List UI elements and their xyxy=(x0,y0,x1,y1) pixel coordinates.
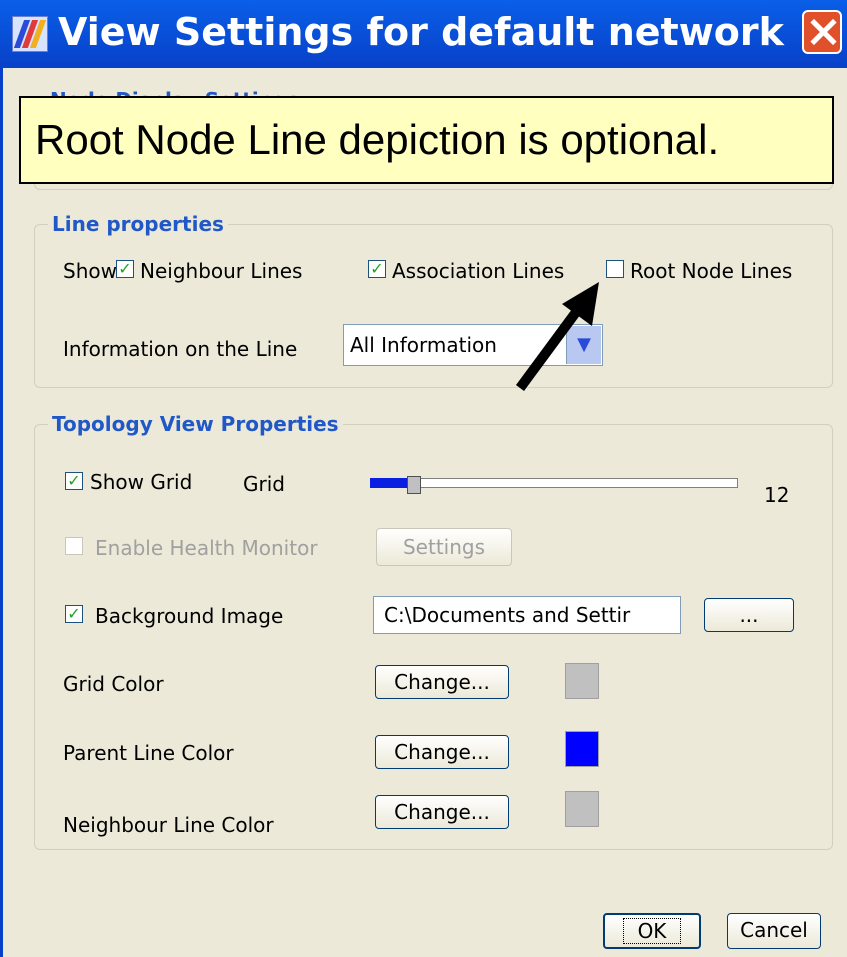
settings-button[interactable]: Settings xyxy=(376,528,512,566)
line-properties-legend: Line properties xyxy=(48,212,228,236)
parent-line-color-label: Parent Line Color xyxy=(63,741,234,765)
show-label: Show xyxy=(63,259,117,283)
grid-color-change-button[interactable]: Change... xyxy=(375,665,509,699)
background-image-label: Background Image xyxy=(95,604,284,628)
check-icon: ✓ xyxy=(118,259,132,278)
parent-line-color-change-button[interactable]: Change... xyxy=(375,735,509,769)
neighbour-lines-checkbox[interactable]: ✓ xyxy=(116,260,134,278)
app-icon xyxy=(12,16,48,52)
neighbour-line-color-change-button[interactable]: Change... xyxy=(375,795,509,829)
association-lines-checkbox[interactable]: ✓ xyxy=(368,260,386,278)
browse-button[interactable]: ... xyxy=(704,598,794,632)
background-image-path[interactable]: C:\Documents and Settir xyxy=(373,596,681,634)
ok-button[interactable]: OK xyxy=(603,913,701,949)
parent-line-color-swatch xyxy=(565,731,599,767)
check-icon: ✓ xyxy=(370,259,384,278)
show-grid-checkbox[interactable]: ✓ xyxy=(65,472,83,490)
root-node-lines-label: Root Node Lines xyxy=(630,259,793,283)
neighbour-line-color-swatch xyxy=(565,791,599,827)
information-label: Information on the Line xyxy=(63,337,298,361)
grid-color-label: Grid Color xyxy=(63,672,164,696)
check-icon: ✓ xyxy=(67,604,81,623)
neighbour-lines-label: Neighbour Lines xyxy=(140,259,303,283)
grid-slider-track[interactable] xyxy=(370,478,738,488)
background-image-checkbox[interactable]: ✓ xyxy=(65,605,83,623)
window-title: View Settings for default network xyxy=(58,10,784,54)
ok-button-label: OK xyxy=(622,918,682,944)
window-border xyxy=(0,68,3,957)
tooltip: Root Node Line depiction is optional. xyxy=(19,96,834,184)
health-monitor-checkbox[interactable] xyxy=(65,537,83,555)
grid-color-swatch xyxy=(565,663,599,699)
show-grid-label: Show Grid xyxy=(90,470,193,494)
neighbour-line-color-label: Neighbour Line Color xyxy=(63,813,274,837)
close-icon[interactable] xyxy=(802,10,842,54)
grid-value: 12 xyxy=(764,483,790,507)
check-icon: ✓ xyxy=(67,471,81,490)
cancel-button[interactable]: Cancel xyxy=(727,913,821,949)
pointer-arrow-icon xyxy=(515,282,599,391)
information-select-value: All Information xyxy=(350,333,497,357)
grid-label: Grid xyxy=(243,472,285,496)
topology-legend: Topology View Properties xyxy=(48,412,343,436)
health-monitor-label: Enable Health Monitor xyxy=(95,536,318,560)
grid-slider-thumb[interactable] xyxy=(407,476,421,494)
